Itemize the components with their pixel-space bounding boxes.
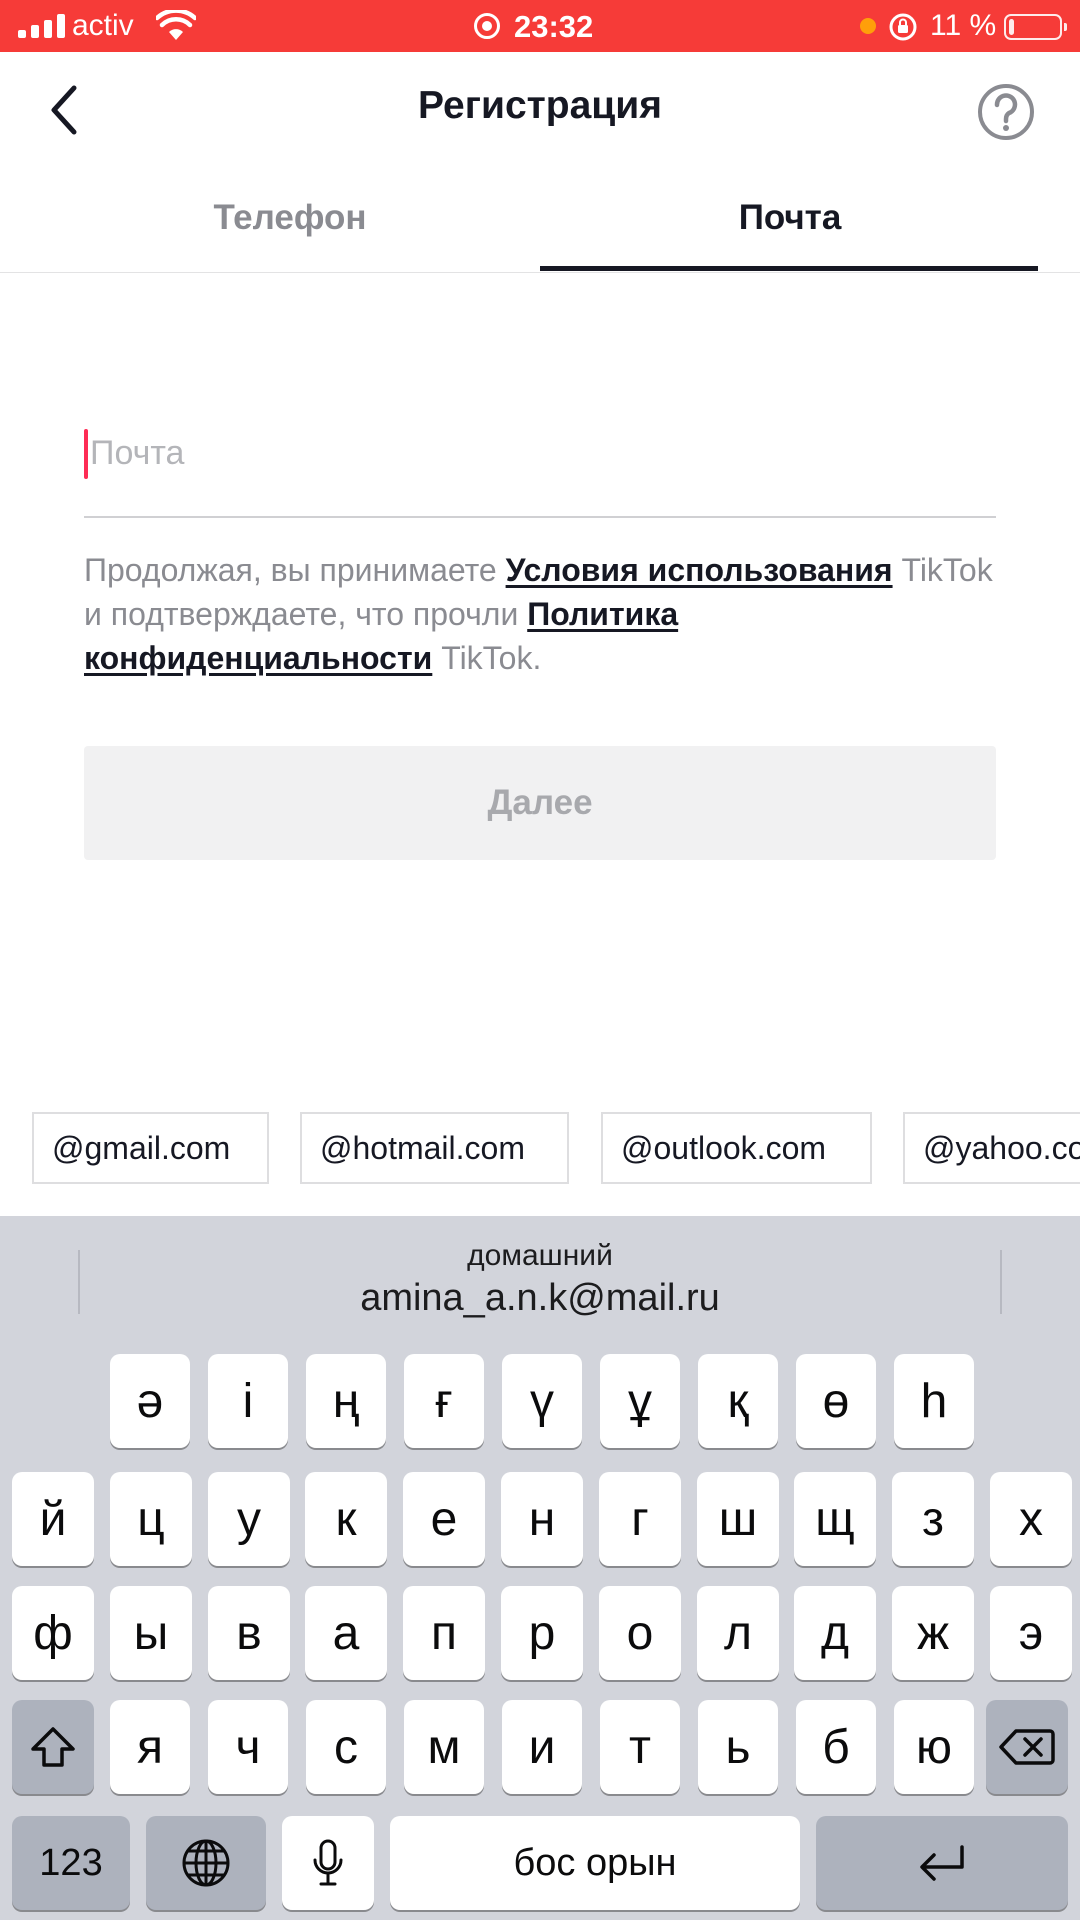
key-letter[interactable]: ь (698, 1700, 778, 1794)
key-letter[interactable]: ж (892, 1586, 974, 1680)
key-letter[interactable]: б (796, 1700, 876, 1794)
terms-notice: Продолжая, вы принимаете Условия использ… (84, 548, 1004, 680)
key-letter[interactable]: ө (796, 1354, 876, 1448)
key-letter[interactable]: я (110, 1700, 190, 1794)
return-icon (920, 1845, 964, 1881)
terms-text-3: TikTok. (432, 640, 542, 676)
terms-of-use-link[interactable]: Условия использования (506, 552, 893, 588)
key-letter[interactable]: м (404, 1700, 484, 1794)
question-circle-icon (978, 84, 1034, 140)
globe-key[interactable] (146, 1816, 266, 1910)
active-tab-indicator (540, 266, 1038, 271)
key-letter[interactable]: ы (110, 1586, 192, 1680)
orientation-lock-icon (889, 13, 917, 41)
key-letter[interactable]: ә (110, 1354, 190, 1448)
key-letter[interactable]: ю (894, 1700, 974, 1794)
key-letter[interactable]: у (208, 1472, 290, 1566)
key-letter[interactable]: з (892, 1472, 974, 1566)
autofill-value: amina_a.n.k@mail.ru (360, 1277, 720, 1319)
space-key[interactable]: бос орын (390, 1816, 800, 1910)
microphone-key[interactable] (282, 1816, 374, 1910)
key-letter[interactable]: д (794, 1586, 876, 1680)
key-letter[interactable]: ч (208, 1700, 288, 1794)
key-letter[interactable]: к (305, 1472, 387, 1566)
backspace-icon (999, 1729, 1055, 1765)
key-letter[interactable]: о (599, 1586, 681, 1680)
key-letter[interactable]: е (403, 1472, 485, 1566)
domain-chip-hotmail[interactable]: @hotmail.com (300, 1112, 569, 1184)
tab-email[interactable]: Почта (540, 186, 1040, 272)
key-letter[interactable]: г (599, 1472, 681, 1566)
page-title: Регистрация (418, 84, 662, 127)
battery-percentage: 11 % (930, 9, 997, 42)
key-letter[interactable]: ш (697, 1472, 779, 1566)
microphone-icon (313, 1839, 343, 1886)
autofill-label: домашний (467, 1239, 613, 1272)
key-letter[interactable]: а (305, 1586, 387, 1680)
key-letter[interactable]: ұ (600, 1354, 680, 1448)
key-letter[interactable]: й (12, 1472, 94, 1566)
wifi-icon (156, 10, 196, 40)
domain-chip-yahoo[interactable]: @yahoo.com (903, 1112, 1080, 1184)
status-time: 23:32 (514, 9, 594, 44)
key-letter[interactable]: х (990, 1472, 1072, 1566)
email-field-container (84, 420, 996, 518)
key-letter[interactable]: э (990, 1586, 1072, 1680)
key-letter[interactable]: т (600, 1700, 680, 1794)
key-letter[interactable]: ү (502, 1354, 582, 1448)
key-letter[interactable]: п (403, 1586, 485, 1680)
key-letter[interactable]: ғ (404, 1354, 484, 1448)
privacy-indicator-dot (860, 18, 876, 34)
battery-level-fill (1009, 19, 1014, 35)
text-caret (84, 429, 88, 479)
status-bar: activ 23:32 11 % (0, 0, 1080, 52)
help-button[interactable] (976, 82, 1036, 142)
globe-icon (182, 1839, 230, 1887)
domain-chip-gmail[interactable]: @gmail.com (32, 1112, 269, 1184)
key-letter[interactable]: и (502, 1700, 582, 1794)
return-key[interactable] (816, 1816, 1068, 1910)
domain-chip-outlook[interactable]: @outlook.com (601, 1112, 872, 1184)
key-letter[interactable]: һ (894, 1354, 974, 1448)
key-letter[interactable]: ф (12, 1586, 94, 1680)
tab-phone[interactable]: Телефон (40, 186, 540, 272)
key-letter[interactable]: ң (306, 1354, 386, 1448)
on-screen-keyboard: домашний amina_a.n.k@mail.ru 123 бос оры… (0, 1216, 1080, 1920)
key-letter[interactable]: л (697, 1586, 779, 1680)
shift-key[interactable] (12, 1700, 94, 1794)
email-input[interactable] (84, 420, 996, 486)
battery-icon (1004, 14, 1067, 40)
shift-icon (31, 1727, 75, 1767)
signup-method-tabs: Телефон Почта (0, 186, 1080, 273)
key-letter[interactable]: н (501, 1472, 583, 1566)
screen-recording-icon (474, 13, 500, 39)
email-domain-suggestions: @gmail.com @hotmail.com @outlook.com @ya… (0, 1112, 1080, 1186)
key-letter[interactable]: қ (698, 1354, 778, 1448)
key-letter[interactable]: ц (110, 1472, 192, 1566)
suggestion-divider (78, 1250, 80, 1314)
autofill-email-suggestion[interactable]: домашний amina_a.n.k@mail.ru (100, 1238, 980, 1322)
key-letter[interactable]: і (208, 1354, 288, 1448)
key-letter[interactable]: в (208, 1586, 290, 1680)
key-letter[interactable]: щ (794, 1472, 876, 1566)
suggestion-divider (1000, 1250, 1002, 1314)
carrier-name: activ (72, 9, 134, 42)
key-letter[interactable]: с (306, 1700, 386, 1794)
next-button[interactable]: Далее (84, 746, 996, 860)
cellular-signal-icon (18, 14, 65, 38)
terms-text-1: Продолжая, вы принимаете (84, 552, 506, 588)
backspace-key[interactable] (986, 1700, 1068, 1794)
key-letter[interactable]: р (501, 1586, 583, 1680)
numbers-key[interactable]: 123 (12, 1816, 130, 1910)
